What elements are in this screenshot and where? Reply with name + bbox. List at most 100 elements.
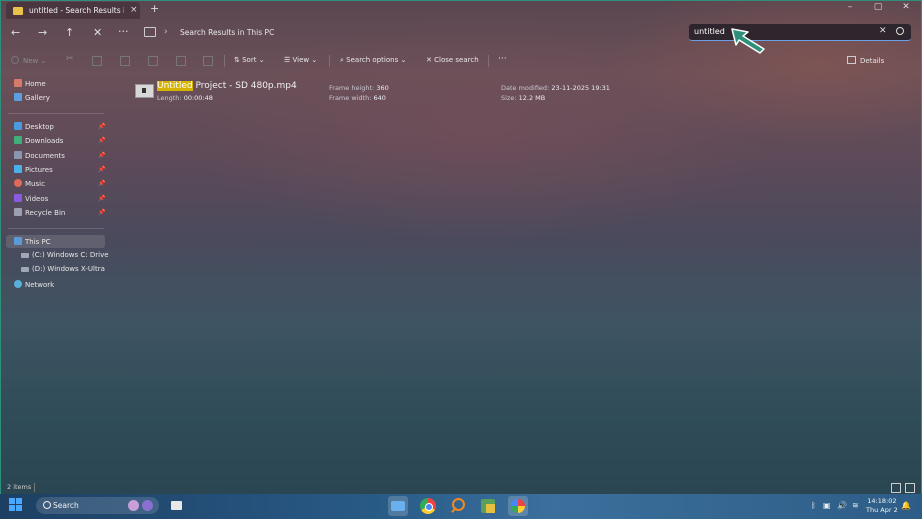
rename-icon[interactable]: [148, 56, 162, 68]
sidebar-item-label: Documents: [25, 152, 65, 160]
sidebar-item-recycle-bin[interactable]: Recycle Bin: [14, 208, 65, 220]
frame-height-value: 360: [376, 84, 389, 92]
length-value: 00:00:48: [183, 94, 213, 102]
sidebar-item-videos[interactable]: Videos: [14, 194, 48, 206]
details-view-icon[interactable]: [891, 483, 901, 493]
sidebar-item-music[interactable]: Music: [14, 179, 45, 191]
details-pane-icon: [847, 56, 856, 64]
breadcrumb[interactable]: Search Results in This PC: [180, 28, 274, 37]
search-match-highlight: Untitled: [157, 81, 193, 91]
sidebar-item-label: Desktop: [25, 123, 54, 131]
sidebar-item-drive-c[interactable]: (C:) Windows C: Drive: [21, 251, 109, 263]
video-thumbnail-icon[interactable]: [135, 84, 154, 98]
app-icon[interactable]: [478, 496, 498, 516]
wifi-icon[interactable]: ≋: [852, 501, 859, 510]
pin-icon[interactable]: 📌: [98, 123, 105, 130]
search-input[interactable]: untitled ✕: [689, 24, 911, 41]
camera-icon[interactable]: ▣: [823, 501, 831, 510]
share-icon[interactable]: [176, 56, 190, 68]
download-icon: [14, 136, 22, 144]
new-tab-button[interactable]: +: [150, 2, 159, 15]
recycle-bin-icon: [14, 208, 22, 216]
window-frame: [0, 0, 922, 519]
frame-width: Frame width: 640: [329, 94, 386, 102]
close-icon: ✕: [426, 56, 432, 64]
sidebar-item-label: This PC: [25, 238, 51, 246]
taskbar-clock[interactable]: 14:18:02 Thu Apr 2: [866, 497, 898, 515]
chrome-icon[interactable]: [418, 496, 438, 516]
volume-icon[interactable]: 🔊: [837, 501, 847, 510]
pin-icon[interactable]: 📌: [98, 209, 105, 216]
cut-icon[interactable]: ✂: [66, 54, 74, 66]
file-explorer-icon[interactable]: [388, 496, 408, 516]
sidebar-item-this-pc[interactable]: This PC: [14, 237, 51, 249]
delete-icon[interactable]: [203, 56, 217, 68]
frame-width-label: Frame width:: [329, 94, 372, 102]
pin-icon[interactable]: 📌: [98, 166, 105, 173]
sidebar-item-label: Videos: [25, 195, 49, 203]
more-nav-button[interactable]: ···: [118, 25, 129, 38]
breadcrumb-chevron-icon[interactable]: ›: [164, 27, 168, 37]
tab-close-button[interactable]: ×: [130, 5, 138, 15]
more-options-button[interactable]: ···: [498, 54, 507, 66]
view-button[interactable]: ☰ View ⌄: [284, 56, 317, 68]
minimize-button[interactable]: –: [838, 2, 862, 12]
pictures-icon: [14, 165, 22, 173]
sort-button[interactable]: ⇅ Sort ⌄: [234, 56, 265, 68]
bluetooth-icon[interactable]: ᛒ: [811, 501, 816, 510]
sidebar-item-documents[interactable]: Documents: [14, 151, 65, 163]
sidebar-item-label: Network: [25, 281, 55, 289]
copy-icon[interactable]: [92, 56, 106, 68]
close-search-button[interactable]: ✕ Close search: [426, 56, 479, 68]
date-modified: Date modified: 23-11-2025 19:31: [501, 84, 610, 92]
forward-button[interactable]: →: [38, 26, 47, 39]
sidebar-item-drive-d[interactable]: (D:) Windows X-Ultra: [21, 265, 105, 277]
drive-icon: [21, 267, 29, 272]
details-label: Details: [860, 57, 885, 65]
search-options-button[interactable]: ⌕ Search options ⌄: [340, 56, 406, 68]
new-button[interactable]: New ⌄: [11, 56, 46, 68]
up-button[interactable]: ↑: [65, 26, 74, 39]
length-label: Length:: [157, 94, 182, 102]
search-icon[interactable]: [896, 27, 904, 35]
sidebar-item-desktop[interactable]: Desktop: [14, 122, 54, 134]
details-button[interactable]: Details: [847, 56, 884, 68]
sidebar-item-home[interactable]: Home: [14, 79, 46, 91]
pin-icon[interactable]: 📌: [98, 137, 105, 144]
cancel-search-button[interactable]: ✕: [93, 26, 102, 39]
sidebar-item-pictures[interactable]: Pictures: [14, 165, 53, 177]
snipping-tool-icon[interactable]: [508, 496, 528, 516]
new-label: New: [23, 57, 39, 65]
chevron-down-icon: ⌄: [258, 56, 265, 64]
sort-icon: ⇅: [234, 56, 240, 64]
tiles-view-icon[interactable]: [905, 483, 915, 493]
tab-active[interactable]: untitled - Search Results in Th ×: [6, 2, 140, 19]
sidebar-item-gallery[interactable]: Gallery: [14, 93, 50, 105]
separator: [224, 55, 225, 67]
status-divider: [34, 483, 35, 492]
music-icon: [14, 179, 22, 187]
date-value: 23-11-2025 19:31: [551, 84, 610, 92]
separator: [488, 55, 489, 67]
this-pc-icon[interactable]: [144, 27, 156, 37]
paste-icon[interactable]: [120, 56, 134, 68]
search-input-value[interactable]: untitled: [694, 27, 725, 36]
close-window-button[interactable]: ✕: [894, 2, 918, 12]
pin-icon[interactable]: 📌: [98, 195, 105, 202]
sidebar-item-downloads[interactable]: Downloads: [14, 136, 63, 148]
pin-icon[interactable]: 📌: [98, 152, 105, 159]
clock-date: Thu Apr 2: [866, 506, 898, 514]
windows-start-icon[interactable]: [9, 498, 23, 512]
sidebar-item-label: Pictures: [25, 166, 53, 174]
file-name-rest: Project - SD 480p.mp4: [192, 81, 297, 91]
search-clear-button[interactable]: ✕: [879, 26, 887, 36]
magnifier-icon[interactable]: [448, 496, 468, 516]
task-view-icon[interactable]: [167, 496, 187, 516]
taskbar-search[interactable]: Search: [36, 497, 159, 514]
result-file-name[interactable]: Untitled Project - SD 480p.mp4: [157, 81, 297, 91]
pin-icon[interactable]: 📌: [98, 180, 105, 187]
notification-bell-icon[interactable]: 🔔: [901, 501, 911, 510]
maximize-button[interactable]: ▢: [866, 2, 890, 12]
sidebar-item-network[interactable]: Network: [14, 280, 54, 292]
back-button[interactable]: ←: [11, 26, 20, 39]
